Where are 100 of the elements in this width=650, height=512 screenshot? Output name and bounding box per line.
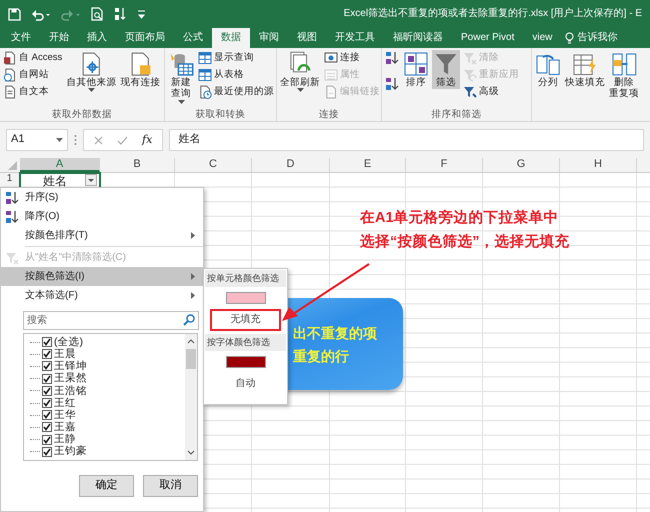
submenu-arrow-icon [191, 292, 195, 299]
filter-dropdown-button[interactable] [85, 174, 97, 186]
ribbon-tab[interactable]: view [523, 28, 562, 48]
checkbox[interactable] [42, 398, 52, 408]
color-swatch[interactable] [226, 356, 266, 368]
ribbon-button[interactable]: 快速填充 [564, 50, 606, 90]
clock-document-icon [198, 85, 212, 99]
dialog-button[interactable]: 取消 [143, 475, 198, 497]
menu-item[interactable]: 自动 [210, 372, 281, 395]
ribbon-button[interactable]: 删除 重复项 [608, 50, 640, 101]
ribbon-tab[interactable]: 公式 [174, 28, 212, 48]
search-icon [183, 314, 195, 326]
menu-item[interactable]: 按颜色排序(T) [1, 226, 203, 245]
ribbon-button[interactable]: 全部刷新 [279, 50, 321, 94]
ribbon-button[interactable]: 自文本 [2, 84, 64, 100]
ribbon-tab[interactable]: 视图 [288, 28, 326, 48]
scrollbar[interactable] [185, 334, 197, 460]
color-swatch[interactable] [226, 292, 266, 304]
formula-field[interactable]: 姓名 [169, 129, 644, 151]
clear-filter-icon [463, 51, 477, 65]
print-preview-icon[interactable] [91, 7, 104, 21]
column-header[interactable]: C [175, 158, 252, 172]
checkbox[interactable] [42, 446, 52, 457]
ribbon-button[interactable]: 分列 [534, 50, 562, 90]
ribbon-button[interactable]: 显示查询 [197, 50, 275, 66]
insert-function-button[interactable]: fx [142, 133, 152, 147]
active-cell[interactable]: 姓名 [20, 173, 100, 189]
ribbon-button[interactable]: 从表格 [197, 67, 275, 83]
sort-icon[interactable] [114, 7, 127, 21]
column-header[interactable]: E [330, 158, 406, 172]
checkbox[interactable] [42, 349, 52, 360]
tree-connector [30, 426, 40, 428]
ribbon-tab[interactable]: 开始 [40, 28, 78, 48]
ribbon-button[interactable]: 现有连接 [119, 50, 162, 90]
column-header[interactable]: B [100, 158, 175, 172]
table-icon [198, 68, 212, 82]
undo-icon[interactable] [31, 8, 51, 20]
ribbon-button[interactable]: 自其他来源 [65, 50, 118, 94]
ribbon-button[interactable]: 新建 查询 [167, 50, 195, 106]
scroll-down-icon[interactable] [187, 450, 195, 456]
lightbulb-icon [565, 32, 574, 44]
sort-ascending-icon [5, 190, 19, 204]
ribbon-button[interactable]: 排序 [402, 50, 430, 90]
scroll-up-icon[interactable] [187, 338, 195, 344]
checkbox[interactable] [42, 410, 52, 420]
ribbon-button[interactable]: 自 Access [2, 50, 64, 66]
column-header[interactable]: D [252, 158, 330, 172]
document-icon [3, 85, 17, 99]
grip-icon [74, 134, 77, 146]
column-header[interactable]: A [20, 158, 100, 172]
tell-me-search[interactable]: 告诉我你 [577, 32, 618, 44]
menu-item[interactable]: 降序(O) [1, 207, 203, 226]
save-icon[interactable] [8, 8, 21, 20]
ribbon-tab[interactable]: 数据 [212, 28, 250, 48]
column-header[interactable]: F [406, 158, 483, 172]
tree-connector [30, 354, 40, 355]
sort-button[interactable] [384, 76, 400, 92]
column-header[interactable]: H [560, 158, 637, 172]
row-header[interactable]: 1 [0, 173, 19, 188]
scrollbar-thumb[interactable] [186, 349, 196, 369]
ribbon-button[interactable]: 连接 [323, 50, 381, 66]
filter-icon [433, 51, 459, 77]
tree-connector [30, 402, 40, 404]
ribbon-tab[interactable]: 页面布局 [116, 28, 174, 48]
checkbox[interactable] [42, 374, 52, 384]
shape-text: 重复的行 [293, 347, 350, 366]
ribbon-tab[interactable]: 开发工具 [326, 28, 384, 48]
search-field[interactable]: 搜索 [23, 311, 199, 330]
ribbon-button[interactable]: 自网站 [2, 67, 64, 83]
checkbox[interactable] [42, 386, 52, 396]
annotation-text: 选择“按颜色筛选”，选择无填充 [360, 233, 570, 251]
caret-icon [296, 88, 304, 94]
customize-icon[interactable] [137, 9, 146, 19]
link-icon [324, 51, 338, 65]
ribbon-tab[interactable]: 文件 [2, 28, 40, 48]
ribbon-button[interactable]: 高级 [462, 84, 520, 100]
ribbon-tab[interactable]: Power Pivot [452, 28, 524, 48]
menu-item[interactable]: 按颜色筛选(I) [1, 267, 203, 286]
menu-item[interactable]: 升序(S) [1, 188, 203, 207]
ribbon-button[interactable]: 最近使用的源 [197, 84, 275, 100]
sort-button[interactable] [384, 50, 400, 66]
ribbon-tab[interactable]: 审阅 [250, 28, 288, 48]
ribbon-button[interactable]: 筛选 [432, 50, 460, 90]
ribbon-tab[interactable]: 插入 [78, 28, 116, 48]
check-icon[interactable] [117, 136, 128, 144]
column-header[interactable]: G [483, 158, 560, 172]
clear-filter-icon [5, 250, 19, 264]
table-cell: 姓名 [43, 174, 67, 188]
submenu-arrow-icon [191, 273, 195, 280]
checkbox[interactable] [42, 434, 52, 445]
checkbox[interactable] [42, 337, 52, 348]
checkbox[interactable] [42, 361, 52, 372]
menu-item[interactable]: 文本筛选(F) [1, 286, 203, 305]
reapply-filter-icon [463, 68, 477, 82]
ribbon-tab[interactable]: 福昕阅读器 [384, 28, 452, 48]
dialog-button[interactable]: 确定 [79, 475, 134, 497]
sort-icon [403, 51, 429, 77]
name-box[interactable]: A1 [6, 129, 68, 151]
checkbox[interactable] [42, 422, 52, 432]
menu-item[interactable]: 无填充 [210, 308, 281, 331]
